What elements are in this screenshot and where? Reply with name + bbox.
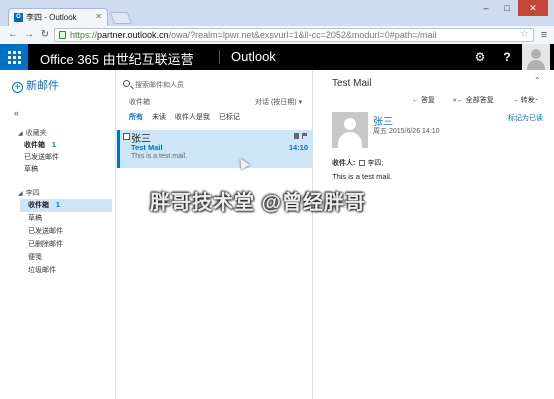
unread-count: 1 [56,202,60,209]
new-mail-button[interactable]: + 新邮件 [12,77,59,93]
folder-item-drafts[interactable]: 草稿 [24,212,116,225]
reading-pane: Test Mail ⌃ ← 答复 «← 全部答复 → 转发 ... 张三 周五 … [314,70,554,399]
collapse-icon[interactable]: « [14,108,19,118]
url-path: /owa/?realm=lpwr.net&exsvurl=1&ll-cc=205… [168,30,437,40]
message-preview: This is a test mail. [131,153,188,160]
app-launcher-icon[interactable] [0,44,28,70]
back-arrow-icon[interactable]: ← [6,28,20,42]
favorites-title: 收藏夹 [25,130,47,137]
forward-arrow-icon[interactable]: → [22,28,36,42]
mark-as-read-link[interactable]: 标记为已读 [508,113,543,123]
reading-subject: Test Mail [332,78,372,89]
favorite-item-sent[interactable]: 已发送邮件 [24,152,59,162]
outlook-favicon-icon: O [14,13,23,22]
message-list-pane: 搜索邮件和人员 收件箱 对话 (按日期) ▾ 所有 未读 收件人是我 已标记 张… [117,70,313,399]
tab-close-icon[interactable]: ✕ [95,12,102,21]
maximize-button[interactable]: □ [497,0,517,16]
browser-chrome: O 李四 - Outlook ✕ – □ ✕ ← → ↻ https://par… [0,0,554,44]
trash-icon[interactable] [294,133,299,139]
lock-icon [59,31,66,39]
folder-item-inbox[interactable]: 收件箱 1 [20,199,112,212]
sender-avatar [332,112,368,148]
expand-triangle-icon: ◢ [18,131,23,137]
favorite-item-drafts[interactable]: 草稿 [24,164,38,174]
filter-bar: 所有 未读 收件人是我 已标记 [129,112,247,122]
app-name[interactable]: Outlook [231,49,276,64]
recipient-checkbox [359,160,366,166]
bookmark-star-icon[interactable]: ☆ [520,29,529,40]
account-header[interactable]: ◢ 李四 [18,188,40,198]
browser-menu-icon[interactable]: ≡ [538,29,550,41]
folder-item-deleted[interactable]: 已删除邮件 [24,238,116,251]
avatar[interactable] [522,44,550,70]
reload-icon[interactable]: ↻ [38,28,52,42]
favorite-label: 收件箱 [24,142,45,149]
filter-flagged[interactable]: 已标记 [219,114,240,121]
header-divider [219,50,220,64]
filter-unread[interactable]: 未读 [152,114,166,121]
o365-header: Office 365 由世纪互联运营 Outlook ⚙ ? [0,44,554,70]
brand-title: Office 365 由世纪互联运营 [40,52,194,67]
list-folder-name: 收件箱 [129,99,150,106]
address-bar[interactable]: https://partner.outlook.cn/owa/?realm=lp… [54,28,534,42]
reply-button[interactable]: ← 答复 [412,97,443,104]
folder-item-sent[interactable]: 已发送邮件 [24,225,116,238]
new-mail-label: 新邮件 [26,80,59,92]
sort-label: 对话 (按日期) [255,99,297,106]
collapse-up-icon[interactable]: ⌃ [534,76,541,85]
account-title: 李四 [25,190,40,197]
folder-item-junk[interactable]: 垃圾邮件 [24,264,116,277]
tab-title: 李四 - Outlook [26,13,77,22]
new-tab-button[interactable] [109,12,133,24]
reply-label: 答复 [420,97,435,104]
list-item[interactable]: 张三 Test Mail 14:10 This is a test mail. [117,130,313,168]
url-host: partner.outlook.cn [97,30,169,40]
close-window-button[interactable]: ✕ [518,0,548,16]
filter-all[interactable]: 所有 [129,114,143,121]
favorites-header[interactable]: ◢ 收藏夹 [18,128,47,138]
message-checkbox[interactable] [123,133,130,140]
folder-label: 收件箱 [28,202,49,209]
folder-item-notes[interactable]: 便笺 [24,251,116,264]
to-label: 收件人: [332,160,356,167]
message-subject: Test Mail [131,143,163,152]
help-icon[interactable]: ? [494,44,520,70]
folder-pane: + 新邮件 « ◢ 收藏夹 收件箱 1 已发送邮件 草稿 ◢ 李四 收件箱 1 草稿 已发… [0,70,116,399]
plus-icon: + [12,82,23,93]
recipients-line: 收件人: 李四; [332,158,383,168]
more-icon[interactable]: ... [528,92,539,103]
gear-icon[interactable]: ⚙ [467,44,493,70]
message-body: This is a test mail. [332,172,393,181]
url-text[interactable]: https://partner.outlook.cn/owa/?realm=lp… [70,30,436,40]
search-icon [123,80,130,87]
address-row: ← → ↻ https://partner.outlook.cn/owa/?re… [0,26,554,44]
chevron-down-icon: ▾ [298,99,303,106]
minimize-button[interactable]: – [476,0,496,16]
browser-tab[interactable]: O 李四 - Outlook ✕ [8,8,108,26]
recipient-name[interactable]: 李四; [367,160,383,167]
unread-count: 1 [52,142,56,149]
url-scheme: https:// [70,30,98,40]
message-date: 周五 2015/6/26 14:10 [373,128,440,135]
reply-all-button[interactable]: «← 全部答复 [453,97,502,104]
flag-icon[interactable] [302,133,307,139]
filter-to-me[interactable]: 收件人是我 [175,114,210,121]
reply-all-label: 全部答复 [465,97,494,104]
favorite-item-inbox[interactable]: 收件箱 1 [24,140,56,150]
search-placeholder: 搜索邮件和人员 [135,82,184,89]
expand-triangle-icon: ◢ [18,191,23,197]
watermark: 胖哥技术堂 @曾经胖哥 [150,192,367,214]
message-time: 14:10 [288,143,308,152]
search-input[interactable]: 搜索邮件和人员 [123,78,307,92]
sort-dropdown[interactable]: 对话 (按日期) ▾ [255,97,302,107]
